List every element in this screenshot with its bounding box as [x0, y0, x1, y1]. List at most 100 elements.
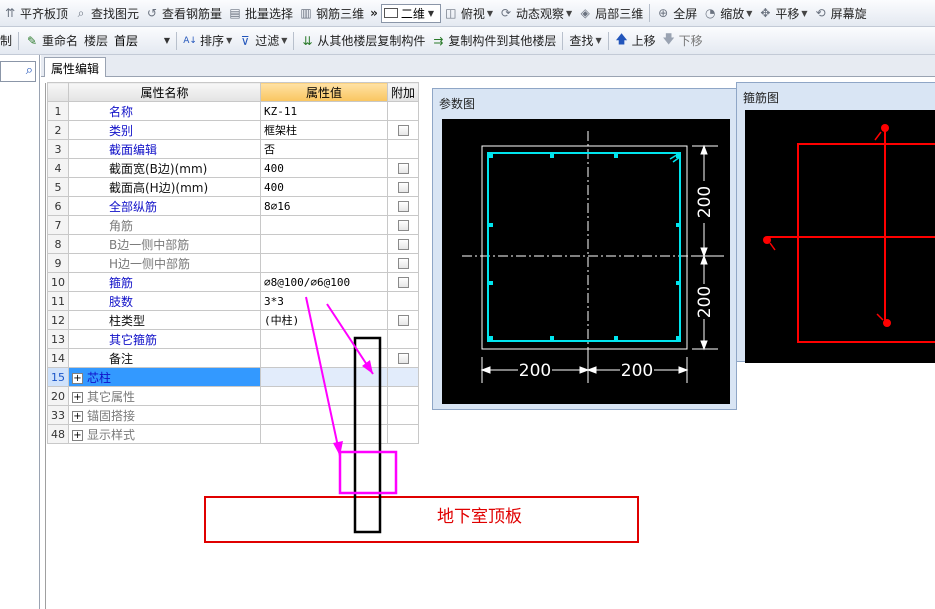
batch-select-button[interactable]: ▤ 批量选择 — [225, 2, 296, 24]
extra-checkbox[interactable] — [397, 353, 409, 364]
search-icon[interactable]: ⌕ — [26, 63, 33, 78]
table-row[interactable]: 11 肢数 3*3 — [47, 291, 420, 311]
property-value-cell[interactable]: 400 — [260, 177, 388, 197]
property-value-cell[interactable] — [260, 367, 388, 387]
property-name-cell[interactable]: 截面宽(B边)(mm) — [68, 158, 261, 178]
extra-checkbox[interactable] — [397, 125, 409, 136]
toolbar-overflow-button[interactable]: » — [367, 2, 381, 24]
parameter-drawing-canvas[interactable]: 200 200 200 200 — [442, 119, 730, 404]
table-row[interactable]: 9 H边一侧中部筋 — [47, 253, 420, 273]
local-3d-button[interactable]: ◈ 局部三维 — [575, 2, 646, 24]
extra-checkbox[interactable] — [397, 220, 409, 231]
property-value-cell[interactable]: (中柱) — [260, 310, 388, 330]
property-name-cell[interactable]: 柱类型 — [68, 310, 261, 330]
pan-button[interactable]: ✥ 平移 ▼ — [755, 2, 810, 24]
grid-header-name[interactable]: 属性名称 — [68, 82, 261, 102]
property-value-cell[interactable]: 3*3 — [260, 291, 388, 311]
property-name-cell[interactable]: + 锚固搭接 — [68, 405, 261, 425]
expand-icon[interactable]: + — [72, 410, 83, 422]
property-value-cell[interactable] — [260, 215, 388, 235]
property-value-cell[interactable]: 8⌀16 — [260, 196, 388, 216]
extra-checkbox[interactable] — [397, 239, 409, 250]
tab-property-editor[interactable]: 属性编辑 — [44, 57, 107, 78]
grid-header-value[interactable]: 属性值 — [260, 82, 388, 102]
property-name-cell[interactable]: 肢数 — [68, 291, 261, 311]
rebar-3d-button[interactable]: ▥ 钢筋三维 — [296, 2, 367, 24]
extra-checkbox[interactable] — [397, 258, 409, 269]
property-value-cell[interactable]: ⌀8@100/⌀6@100 — [260, 272, 388, 292]
find-element-button[interactable]: ⌕ 查找图元 — [71, 2, 142, 24]
table-row[interactable]: 33 + 锚固搭接 — [47, 405, 420, 425]
filter-button[interactable]: ⊽ 过滤 ▼ — [235, 30, 290, 52]
property-name-cell[interactable]: H边一侧中部筋 — [68, 253, 261, 273]
table-row[interactable]: 2 类别 框架柱 — [47, 120, 420, 140]
property-value-cell[interactable]: KZ-11 — [260, 101, 388, 121]
floor-select[interactable]: 首层 ▼ — [111, 31, 173, 50]
property-name-cell[interactable]: 截面编辑 — [68, 139, 261, 159]
property-value-cell[interactable] — [260, 329, 388, 349]
property-name-cell[interactable]: B边一侧中部筋 — [68, 234, 261, 254]
extra-checkbox[interactable] — [397, 277, 409, 288]
rename-button[interactable]: ✎ 重命名 — [22, 30, 81, 52]
extra-checkbox[interactable] — [397, 182, 409, 193]
property-value-cell[interactable] — [260, 234, 388, 254]
property-name-cell[interactable]: 全部纵筋 — [68, 196, 261, 216]
sort-button[interactable]: A↓ 排序 ▼ — [180, 30, 235, 52]
component-search-input[interactable]: ⌕ — [0, 61, 36, 82]
property-name-cell[interactable]: 截面高(H边)(mm) — [68, 177, 261, 197]
view-rebar-quantity-button[interactable]: ↺ 查看钢筋量 — [142, 2, 225, 24]
grid-header-extra[interactable]: 附加 — [386, 82, 420, 102]
table-row[interactable]: 6 全部纵筋 8⌀16 — [47, 196, 420, 216]
find-button[interactable]: 查找 ▼ — [566, 30, 604, 52]
view-mode-select[interactable]: 二维 ▼ — [380, 3, 441, 23]
property-name-cell[interactable]: 名称 — [68, 101, 261, 121]
table-row[interactable]: 48 + 显示样式 — [47, 424, 420, 444]
table-row[interactable]: 15 + 芯柱 — [47, 367, 420, 387]
table-row[interactable]: 4 截面宽(B边)(mm) 400 — [47, 158, 420, 178]
copy-from-floor-button[interactable]: ⇊ 从其他楼层复制构件 — [297, 30, 428, 52]
table-row[interactable]: 13 其它箍筋 — [47, 329, 420, 349]
table-row[interactable]: 12 柱类型 (中柱) — [47, 310, 420, 330]
zoom-button[interactable]: ◔ 缩放 ▼ — [700, 2, 755, 24]
property-name-cell[interactable]: 备注 — [68, 348, 261, 368]
extra-checkbox[interactable] — [397, 163, 409, 174]
table-row[interactable]: 5 截面高(H边)(mm) 400 — [47, 177, 420, 197]
property-name-cell[interactable]: + 芯柱 — [68, 367, 261, 387]
expand-icon[interactable]: + — [72, 429, 83, 441]
property-value-cell[interactable] — [260, 386, 388, 406]
property-value-cell[interactable]: 框架柱 — [260, 120, 388, 140]
property-name-cell[interactable]: 箍筋 — [68, 272, 261, 292]
table-row[interactable]: 8 B边一侧中部筋 — [47, 234, 420, 254]
property-value-cell[interactable]: 否 — [260, 139, 388, 159]
property-value-cell[interactable]: 400 — [260, 158, 388, 178]
property-name-cell[interactable]: + 其它属性 — [68, 386, 261, 406]
copy-component-button[interactable]: 制 — [0, 30, 15, 52]
extra-checkbox[interactable] — [397, 201, 409, 212]
top-view-button[interactable]: ◫ 俯视 ▼ — [441, 2, 496, 24]
align-slab-button[interactable]: ⇈ 平齐板顶 — [0, 2, 71, 24]
stirrup-drawing-canvas[interactable] — [745, 110, 935, 363]
property-name-cell[interactable]: 类别 — [68, 120, 261, 140]
table-row[interactable]: 7 角筋 — [47, 215, 420, 235]
orbit-button[interactable]: ⟳ 动态观察 ▼ — [496, 2, 575, 24]
property-value-cell[interactable] — [260, 348, 388, 368]
rotate-screen-button[interactable]: ⟲ 屏幕旋 — [811, 2, 870, 24]
table-row[interactable]: 14 备注 — [47, 348, 420, 368]
expand-icon[interactable]: + — [72, 372, 83, 384]
table-row[interactable]: 10 箍筋 ⌀8@100/⌀6@100 — [47, 272, 420, 292]
property-name-cell[interactable]: 角筋 — [68, 215, 261, 235]
property-name-cell[interactable]: + 显示样式 — [68, 424, 261, 444]
move-up-button[interactable]: 🡅 上移 — [612, 30, 659, 52]
move-down-button[interactable]: 🡇 下移 — [659, 30, 706, 52]
copy-to-floor-button[interactable]: ⇉ 复制构件到其他楼层 — [428, 30, 559, 52]
property-name-cell[interactable]: 其它箍筋 — [68, 329, 261, 349]
expand-icon[interactable]: + — [72, 391, 83, 403]
table-row[interactable]: 3 截面编辑 否 — [47, 139, 420, 159]
property-value-cell[interactable] — [260, 253, 388, 273]
table-row[interactable]: 20 + 其它属性 — [47, 386, 420, 406]
fullscreen-button[interactable]: ⊕ 全屏 — [653, 2, 700, 24]
property-value-cell[interactable] — [260, 424, 388, 444]
property-value-cell[interactable] — [260, 405, 388, 425]
extra-checkbox[interactable] — [397, 315, 409, 326]
table-row[interactable]: 1 名称 KZ-11 — [47, 101, 420, 121]
